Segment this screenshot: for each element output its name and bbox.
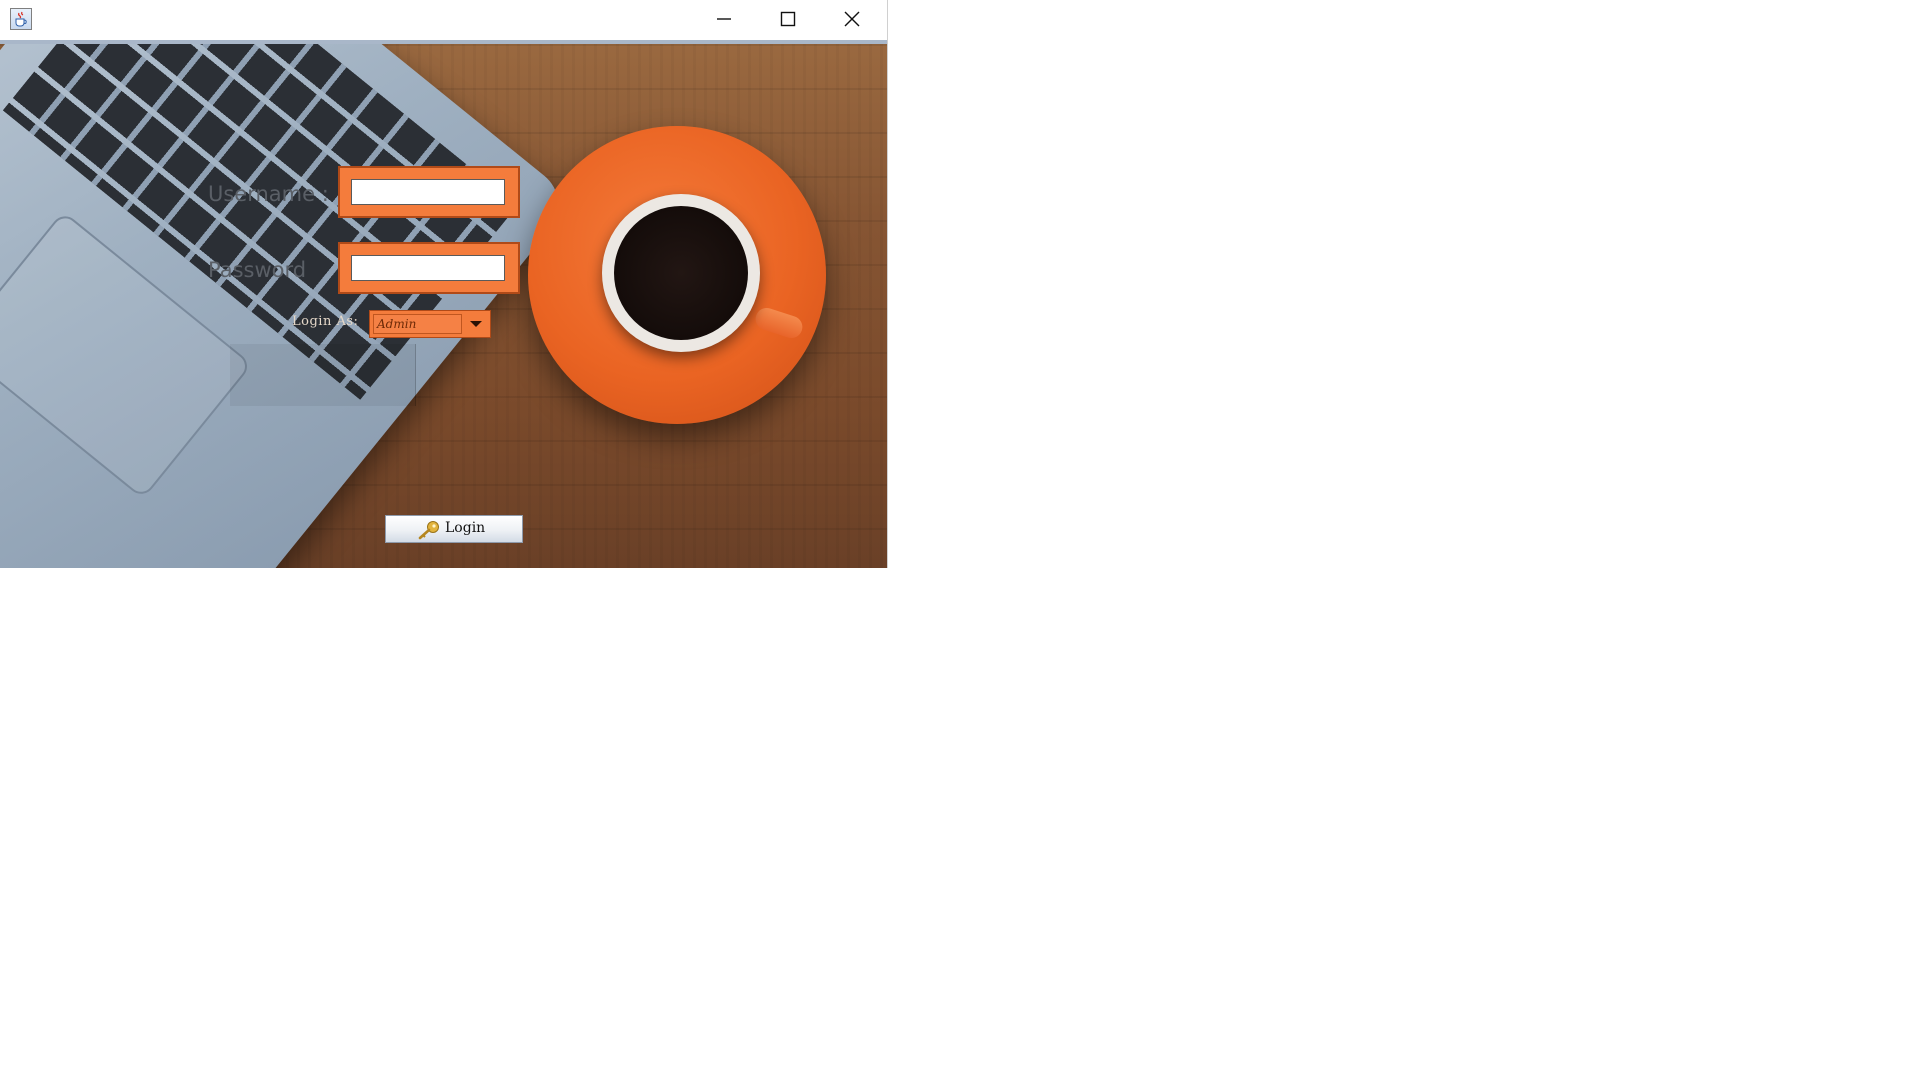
close-icon xyxy=(844,11,860,27)
username-input[interactable] xyxy=(351,179,505,205)
password-label: Password xyxy=(208,258,307,282)
close-button[interactable] xyxy=(820,0,884,38)
key-icon xyxy=(418,521,439,540)
login-button-label: Login xyxy=(445,520,486,536)
login-as-selected[interactable]: Admin xyxy=(373,314,462,334)
maximize-button[interactable] xyxy=(756,0,820,38)
login-as-dropdown[interactable]: Admin xyxy=(369,310,491,338)
login-button[interactable]: Login xyxy=(385,515,523,543)
dropdown-arrow-button[interactable] xyxy=(465,314,487,334)
maximize-icon xyxy=(780,11,796,27)
laptop-image xyxy=(0,44,574,568)
password-frame xyxy=(338,242,520,294)
coffee-image xyxy=(614,206,748,340)
login-as-label: Login As: xyxy=(292,314,359,329)
username-label: Username : xyxy=(208,182,329,206)
password-input[interactable] xyxy=(351,255,505,281)
title-bar[interactable] xyxy=(0,0,887,38)
login-window: Username : Password Login As: Admin Logi… xyxy=(0,0,888,568)
minimize-icon xyxy=(717,18,731,20)
username-frame xyxy=(338,166,520,218)
java-cup-icon[interactable] xyxy=(10,8,32,30)
chevron-down-icon xyxy=(470,321,482,327)
minimize-button[interactable] xyxy=(692,0,756,38)
login-background: Username : Password Login As: Admin Logi… xyxy=(0,44,887,568)
shaded-panel xyxy=(230,344,416,406)
